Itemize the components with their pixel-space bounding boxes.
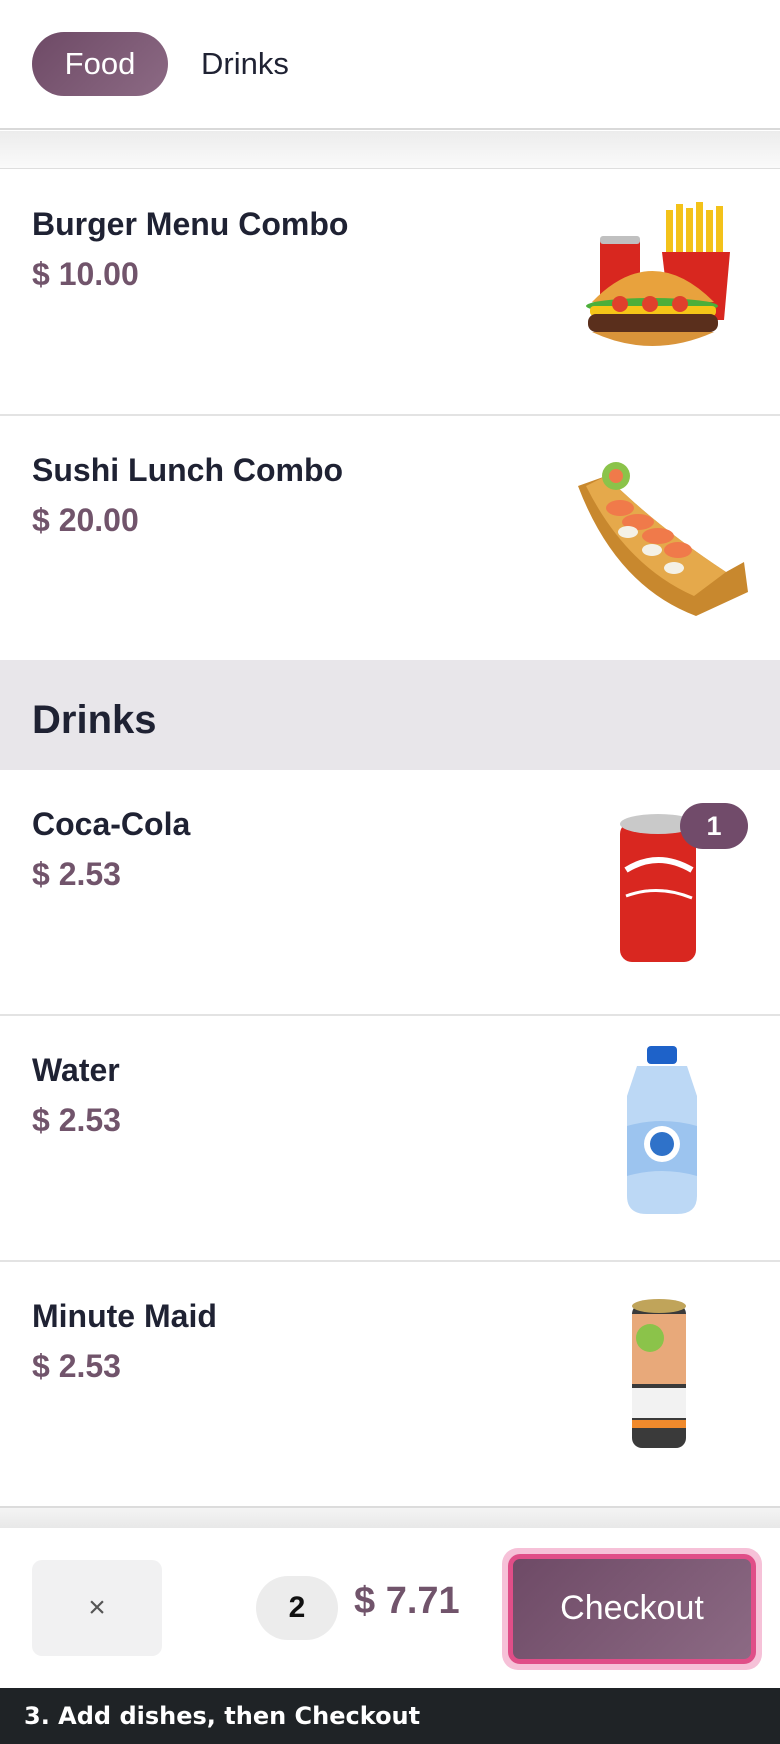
product-price: $ 2.53 bbox=[32, 856, 121, 892]
quantity-badge: 1 bbox=[680, 803, 748, 849]
product-minute-maid[interactable]: Minute Maid $ 2.53 bbox=[0, 1262, 780, 1508]
product-name: Water bbox=[32, 1052, 120, 1088]
water-bottle-image bbox=[627, 1046, 697, 1214]
product-price: $ 2.53 bbox=[32, 1102, 121, 1138]
section-header-drinks: Drinks bbox=[0, 660, 780, 770]
product-coca-cola[interactable]: Coca-Cola $ 2.53 bbox=[0, 770, 780, 1016]
product-price: $ 2.53 bbox=[32, 1348, 121, 1384]
checkout-button[interactable]: Checkout bbox=[508, 1554, 756, 1664]
instruction-text: 3. Add dishes, then Checkout bbox=[24, 1702, 421, 1730]
tab-drinks[interactable]: Drinks bbox=[201, 32, 289, 96]
product-name: Coca-Cola bbox=[32, 806, 191, 842]
minute-maid-can-image bbox=[632, 1299, 686, 1448]
cart-bar: × 2 $ 7.71 Checkout bbox=[0, 1528, 780, 1688]
product-name: Sushi Lunch Combo bbox=[32, 452, 344, 488]
clear-cart-button[interactable]: × bbox=[32, 1560, 162, 1656]
cart-item-count: 2 bbox=[256, 1576, 338, 1640]
sushi-boat-image bbox=[578, 462, 748, 616]
burger-combo-image bbox=[586, 202, 730, 346]
product-name: Minute Maid bbox=[32, 1298, 217, 1334]
cart-total: $ 7.71 bbox=[354, 1580, 460, 1622]
instruction-footer: 3. Add dishes, then Checkout bbox=[0, 1688, 780, 1744]
product-burger-menu-combo[interactable]: Burger Menu Combo $ 10.00 bbox=[0, 170, 780, 416]
product-water[interactable]: Water $ 2.53 bbox=[0, 1016, 780, 1262]
scroll-shadow-bottom bbox=[0, 1506, 780, 1528]
scroll-shadow bbox=[0, 131, 780, 169]
category-tab-bar: Food Drinks bbox=[0, 0, 780, 130]
tab-food[interactable]: Food bbox=[32, 32, 168, 96]
product-sushi-lunch-combo[interactable]: Sushi Lunch Combo $ 20.00 bbox=[0, 416, 780, 662]
section-title: Drinks bbox=[32, 698, 157, 742]
product-price: $ 10.00 bbox=[32, 256, 139, 292]
product-price: $ 20.00 bbox=[32, 502, 139, 538]
product-name: Burger Menu Combo bbox=[32, 206, 349, 242]
